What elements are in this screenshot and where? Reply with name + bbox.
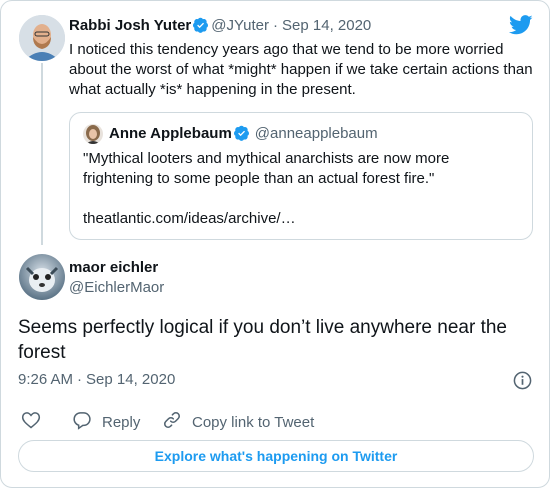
copy-link-button[interactable]: Copy link to Tweet (162, 410, 314, 434)
main-text-line: Seems perfectly logical if you don’t liv… (18, 317, 507, 338)
tweet-text-line: what actually *is* happening in the pres… (69, 81, 356, 98)
main-author-handle[interactable]: @EichlerMaor (69, 279, 164, 296)
avatar-anne-applebaum (83, 124, 103, 144)
quoted-tweet[interactable]: Anne Applebaum @anneapplebaum "Mythical l… (69, 112, 533, 240)
tweet-date[interactable]: Sep 14, 2020 (282, 17, 371, 34)
tweet-timestamp[interactable]: 9:26 AM · Sep 14, 2020 (18, 371, 175, 388)
parent-tweet-header: Rabbi Josh Yuter @JYuter · Sep 14, 2020 (69, 17, 371, 35)
quoted-author-handle: @anneapplebaum (254, 125, 378, 142)
verified-badge-icon (233, 125, 250, 141)
quoted-tweet-header: Anne Applebaum @anneapplebaum (109, 125, 378, 143)
quoted-text-line: "Mythical looters and mythical anarchist… (83, 150, 450, 167)
quoted-author-name: Anne Applebaum (109, 125, 232, 142)
explore-twitter-button[interactable]: Explore what's happening on Twitter (18, 440, 534, 472)
reply-label: Reply (102, 413, 141, 431)
tweet-embed-card: Rabbi Josh Yuter @JYuter · Sep 14, 2020 I n… (0, 0, 550, 488)
separator-dot: · (273, 17, 279, 34)
reply-button[interactable]: Reply (72, 410, 140, 434)
author-handle[interactable]: @JYuter (211, 17, 269, 34)
thread-connector-line (41, 63, 43, 245)
tweet-text-line: about the worst of what *might* happen i… (69, 61, 533, 78)
verified-badge-icon (193, 17, 209, 33)
twitter-bird-icon[interactable] (508, 15, 533, 40)
like-button[interactable] (21, 410, 41, 434)
avatar-maor-eichler[interactable] (19, 254, 65, 300)
info-icon[interactable] (513, 371, 532, 395)
main-author-name[interactable]: maor eichler (69, 259, 158, 276)
parent-tweet-text: I noticed this tendency years ago that w… (69, 40, 539, 100)
main-tweet-text: Seems perfectly logical if you don’t liv… (18, 315, 538, 365)
tweet-date: Sep 14, 2020 (86, 371, 176, 388)
tweet-time: 9:26 AM (18, 371, 74, 388)
quoted-tweet-link[interactable]: theatlantic.com/ideas/archive/… (83, 209, 523, 229)
author-name[interactable]: Rabbi Josh Yuter (69, 17, 191, 34)
quoted-text-line: frightening to some people than an actua… (83, 170, 435, 187)
separator-dot: · (77, 371, 83, 388)
link-icon (162, 410, 182, 434)
reply-bubble-icon (72, 410, 92, 434)
heart-icon (21, 410, 41, 434)
copy-link-label: Copy link to Tweet (192, 413, 315, 431)
avatar-josh-yuter[interactable] (19, 15, 65, 61)
main-text-line: forest (18, 342, 66, 363)
quoted-tweet-text: "Mythical looters and mythical anarchist… (83, 149, 523, 229)
tweet-text-line: I noticed this tendency years ago that w… (69, 41, 504, 58)
